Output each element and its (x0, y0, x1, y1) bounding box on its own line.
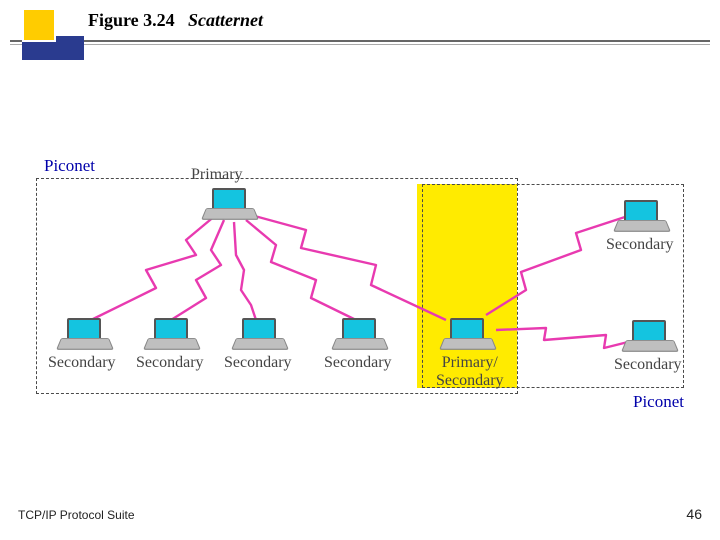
piconet-right-label: Piconet (633, 392, 684, 412)
secondary-3-label: Secondary (224, 354, 292, 372)
header-rule (10, 40, 710, 42)
secondary-5-laptop-icon (618, 200, 664, 232)
header-yellow-box (22, 8, 56, 42)
secondary-2-laptop-icon (148, 318, 194, 350)
secondary-1-laptop-icon (61, 318, 107, 350)
primary-laptop-icon (206, 188, 252, 220)
bridge-laptop-icon (444, 318, 490, 350)
secondary-6-label: Secondary (614, 356, 682, 374)
footer-left: TCP/IP Protocol Suite (18, 508, 135, 522)
secondary-2-label: Secondary (136, 354, 204, 372)
piconet-left-label: Piconet (44, 156, 95, 176)
secondary-6-laptop-icon (626, 320, 672, 352)
secondary-4-laptop-icon (336, 318, 382, 350)
figure-number: Figure 3.24 (88, 10, 175, 31)
header-rule-2 (10, 44, 710, 45)
secondary-3-laptop-icon (236, 318, 282, 350)
secondary-4-label: Secondary (324, 354, 392, 372)
secondary-5-label: Secondary (606, 236, 674, 254)
primary-label: Primary (191, 166, 243, 184)
figure-title: Scatternet (188, 10, 263, 31)
page-number: 46 (686, 506, 702, 522)
slide: Figure 3.24 Scatternet Piconet Piconet (0, 0, 720, 540)
bridge-label: Primary/ Secondary (436, 354, 504, 390)
secondary-1-label: Secondary (48, 354, 116, 372)
scatternet-diagram: Piconet Piconet Primary Secondary Second… (36, 170, 684, 402)
